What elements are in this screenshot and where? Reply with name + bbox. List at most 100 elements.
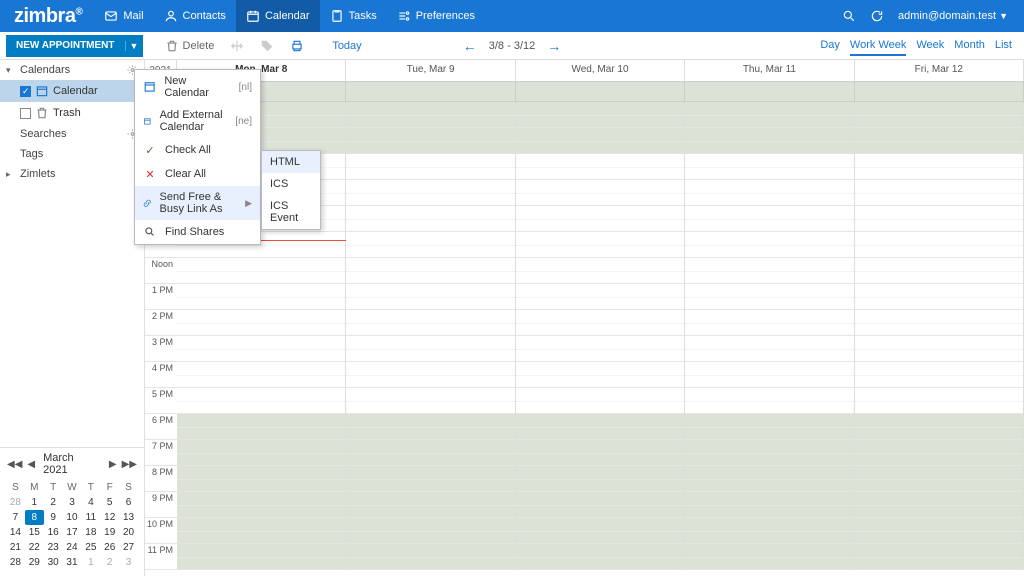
day-column[interactable] xyxy=(516,102,685,570)
minical-day[interactable]: 13 xyxy=(119,510,138,525)
time-slot[interactable] xyxy=(855,128,1023,154)
time-slot[interactable] xyxy=(346,466,514,492)
time-slot[interactable] xyxy=(855,284,1023,310)
menu-clear-all[interactable]: ✕Clear All xyxy=(135,162,260,186)
time-slot[interactable] xyxy=(855,544,1023,570)
time-slot[interactable] xyxy=(516,544,684,570)
time-slot[interactable] xyxy=(346,388,514,414)
day-column[interactable] xyxy=(685,102,854,570)
time-slot[interactable] xyxy=(685,232,853,258)
search-icon[interactable] xyxy=(842,9,856,23)
dayheader-tue[interactable]: Tue, Mar 9 xyxy=(346,60,515,81)
time-slot[interactable] xyxy=(685,362,853,388)
time-slot[interactable] xyxy=(855,518,1023,544)
submenu-html[interactable]: HTML xyxy=(262,151,320,173)
time-slot[interactable] xyxy=(177,336,345,362)
time-slot[interactable] xyxy=(516,336,684,362)
time-slot[interactable] xyxy=(855,232,1023,258)
allday-row[interactable] xyxy=(145,82,1024,102)
new-appointment-button[interactable]: NEW APPOINTMENT▼ xyxy=(6,35,143,57)
time-slot[interactable] xyxy=(685,336,853,362)
view-month[interactable]: Month xyxy=(954,36,985,56)
minical-day[interactable]: 7 xyxy=(6,510,25,525)
time-slot[interactable] xyxy=(855,154,1023,180)
time-slot[interactable] xyxy=(685,206,853,232)
minical-prev-year[interactable]: ◀◀ xyxy=(6,459,23,470)
time-slot[interactable] xyxy=(177,544,345,570)
submenu-ics[interactable]: ICS xyxy=(262,173,320,195)
time-slot[interactable] xyxy=(855,258,1023,284)
time-slot[interactable] xyxy=(346,414,514,440)
minical-day[interactable]: 31 xyxy=(63,555,82,570)
tag-button[interactable] xyxy=(252,39,282,53)
minical-day[interactable]: 8 xyxy=(25,510,44,525)
time-slot[interactable] xyxy=(855,492,1023,518)
day-column[interactable] xyxy=(346,102,515,570)
time-slot[interactable] xyxy=(346,336,514,362)
minical-day[interactable]: 22 xyxy=(25,540,44,555)
time-slot[interactable] xyxy=(855,102,1023,128)
minical-day[interactable]: 20 xyxy=(119,525,138,540)
time-slot[interactable] xyxy=(855,336,1023,362)
time-slot[interactable] xyxy=(685,258,853,284)
time-slot[interactable] xyxy=(177,466,345,492)
minical-day[interactable]: 4 xyxy=(81,495,100,510)
minical-day[interactable]: 1 xyxy=(81,555,100,570)
time-slot[interactable] xyxy=(855,180,1023,206)
minical-day[interactable]: 2 xyxy=(100,555,119,570)
view-week[interactable]: Week xyxy=(916,36,944,56)
time-slot[interactable] xyxy=(516,518,684,544)
minical-day[interactable]: 5 xyxy=(100,495,119,510)
minical-day[interactable]: 3 xyxy=(63,495,82,510)
minical-day[interactable]: 28 xyxy=(6,495,25,510)
minical-day[interactable]: 1 xyxy=(25,495,44,510)
minical-prev-month[interactable]: ◀ xyxy=(26,459,36,470)
next-week-button[interactable]: → xyxy=(547,38,561,54)
time-slot[interactable] xyxy=(685,388,853,414)
minical-day[interactable]: 25 xyxy=(81,540,100,555)
tab-preferences[interactable]: Preferences xyxy=(387,0,485,32)
time-slot[interactable] xyxy=(685,544,853,570)
minical-day[interactable]: 19 xyxy=(100,525,119,540)
time-slot[interactable] xyxy=(685,180,853,206)
time-slot[interactable] xyxy=(516,414,684,440)
refresh-icon[interactable] xyxy=(870,9,884,23)
time-slot[interactable] xyxy=(855,414,1023,440)
time-slot[interactable] xyxy=(855,466,1023,492)
time-slot[interactable] xyxy=(685,102,853,128)
time-slot[interactable] xyxy=(516,206,684,232)
menu-check-all[interactable]: ✓Check All xyxy=(135,138,260,162)
sidebar-zimlets-header[interactable]: ▸Zimlets xyxy=(0,164,144,184)
tab-contacts[interactable]: Contacts xyxy=(154,0,236,32)
time-slot[interactable] xyxy=(346,232,514,258)
time-slot[interactable] xyxy=(346,206,514,232)
minical-day[interactable]: 30 xyxy=(44,555,63,570)
time-slot[interactable] xyxy=(685,284,853,310)
minical-day[interactable]: 14 xyxy=(6,525,25,540)
time-slot[interactable] xyxy=(855,310,1023,336)
print-button[interactable] xyxy=(282,39,312,53)
minical-day[interactable]: 9 xyxy=(44,510,63,525)
sidebar-item-trash[interactable]: Trash xyxy=(0,102,144,124)
time-slot[interactable] xyxy=(516,362,684,388)
sidebar-tags-header[interactable]: Tags xyxy=(0,144,144,164)
time-slot[interactable] xyxy=(177,388,345,414)
time-slot[interactable] xyxy=(177,518,345,544)
day-column[interactable] xyxy=(855,102,1024,570)
checkbox-on-icon[interactable] xyxy=(20,86,31,97)
time-slot[interactable] xyxy=(516,388,684,414)
view-day[interactable]: Day xyxy=(820,36,840,56)
time-slot[interactable] xyxy=(516,492,684,518)
time-slot[interactable] xyxy=(516,284,684,310)
time-slot[interactable] xyxy=(516,128,684,154)
dayheader-wed[interactable]: Wed, Mar 10 xyxy=(516,60,685,81)
minical-day[interactable]: 10 xyxy=(63,510,82,525)
minical-day[interactable]: 27 xyxy=(119,540,138,555)
view-list[interactable]: List xyxy=(995,36,1012,56)
time-slot[interactable] xyxy=(177,440,345,466)
time-slot[interactable] xyxy=(685,440,853,466)
time-slot[interactable] xyxy=(177,258,345,284)
time-slot[interactable] xyxy=(177,284,345,310)
minical-day[interactable]: 3 xyxy=(119,555,138,570)
submenu-ics-event[interactable]: ICS Event xyxy=(262,195,320,229)
